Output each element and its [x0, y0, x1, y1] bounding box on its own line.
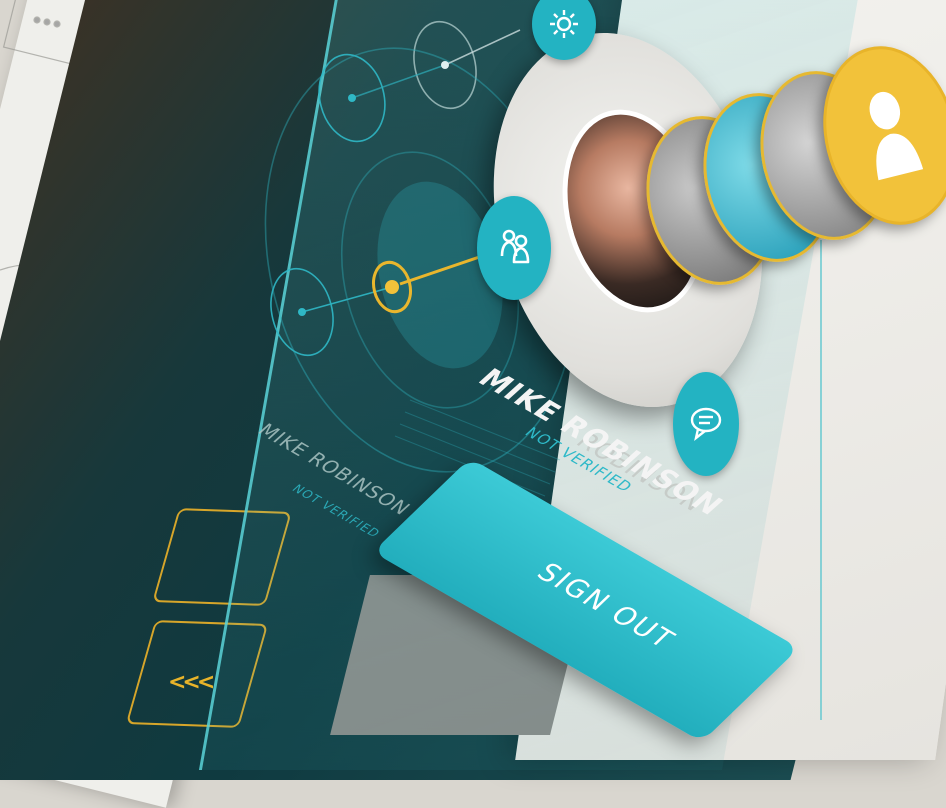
- gear-icon: [550, 10, 578, 38]
- sign-out-label: SIGN OUT: [530, 558, 682, 655]
- chat-bubble-icon: [690, 407, 722, 441]
- contacts-button[interactable]: [477, 196, 551, 300]
- people-icon: [500, 229, 530, 264]
- chat-button[interactable]: [673, 372, 739, 476]
- person-icon: [869, 91, 924, 181]
